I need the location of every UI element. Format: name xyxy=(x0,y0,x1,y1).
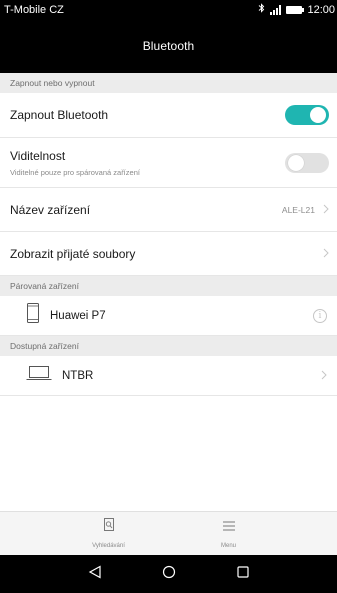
section-header-paired-label: Párovaná zařízení xyxy=(10,281,79,291)
available-device-row[interactable]: NTBR xyxy=(0,356,337,396)
visibility-label: Viditelnost xyxy=(10,148,66,163)
status-icons: 12:00 xyxy=(258,3,335,16)
received-files-row[interactable]: Zobrazit přijaté soubory xyxy=(0,232,337,276)
bottom-toolbar: Vyhledávání Menu xyxy=(0,511,337,555)
chevron-right-icon xyxy=(321,367,327,385)
section-header-available: Dostupná zařízení xyxy=(0,336,337,356)
phone-icon xyxy=(26,303,40,328)
section-header-paired: Párovaná zařízení xyxy=(0,276,337,296)
back-icon[interactable] xyxy=(88,564,102,584)
page-title: Bluetooth xyxy=(142,39,195,53)
visibility-text: Viditelnost Viditelné pouze pro spárovan… xyxy=(10,149,140,177)
visibility-row[interactable]: Viditelnost Viditelné pouze pro spárovan… xyxy=(0,138,337,188)
title-bar: Bluetooth xyxy=(0,19,337,73)
search-icon xyxy=(103,518,115,537)
visibility-toggle-switch[interactable] xyxy=(285,152,329,173)
navigation-bar xyxy=(0,555,337,593)
bluetooth-status-icon xyxy=(258,3,265,16)
search-button[interactable]: Vyhledávání xyxy=(79,512,139,555)
bluetooth-settings-screen: T-Mobile CZ 12:00 Bluetooth Zapnout nebo… xyxy=(0,0,337,593)
paired-device-left: Huawei P7 xyxy=(26,303,106,328)
available-device-name: NTBR xyxy=(62,369,94,382)
signal-strength-icon xyxy=(270,4,282,15)
bluetooth-toggle-label: Zapnout Bluetooth xyxy=(10,108,109,122)
paired-device-name: Huawei P7 xyxy=(50,309,106,322)
paired-device-row[interactable]: Huawei P7 i xyxy=(0,296,337,336)
status-bar: T-Mobile CZ 12:00 xyxy=(0,0,337,19)
menu-button[interactable]: Menu xyxy=(199,512,259,555)
toggle-knob xyxy=(288,154,304,171)
section-header-available-label: Dostupná zařízení xyxy=(10,341,79,351)
toggle-knob xyxy=(310,107,326,123)
info-icon[interactable]: i xyxy=(313,308,327,323)
chevron-right-icon xyxy=(323,245,329,263)
received-files-label: Zobrazit přijaté soubory xyxy=(10,246,136,261)
section-header-toggle-label: Zapnout nebo vypnout xyxy=(10,78,95,88)
section-header-toggle: Zapnout nebo vypnout xyxy=(0,73,337,93)
search-button-label: Vyhledávání xyxy=(92,543,125,549)
visibility-sublabel: Viditelné pouze pro spárovaná zařízení xyxy=(10,167,140,177)
device-name-value: ALE-L21 xyxy=(281,204,315,215)
bluetooth-toggle-row[interactable]: Zapnout Bluetooth xyxy=(0,93,337,138)
chevron-right-icon xyxy=(323,201,329,219)
home-icon[interactable] xyxy=(162,565,176,584)
bluetooth-toggle-switch[interactable] xyxy=(285,105,329,125)
device-name-label: Název zařízení xyxy=(10,202,91,217)
clock: 12:00 xyxy=(307,3,335,16)
carrier-label: T-Mobile CZ xyxy=(4,3,64,16)
device-name-row[interactable]: Název zařízení ALE-L21 xyxy=(0,188,337,232)
device-name-value-group: ALE-L21 xyxy=(282,201,329,219)
recent-apps-icon[interactable] xyxy=(236,565,250,584)
menu-icon xyxy=(222,519,236,537)
laptop-icon xyxy=(26,365,52,386)
menu-button-label: Menu xyxy=(220,542,236,549)
available-device-left: NTBR xyxy=(26,365,93,386)
battery-icon xyxy=(286,5,305,14)
